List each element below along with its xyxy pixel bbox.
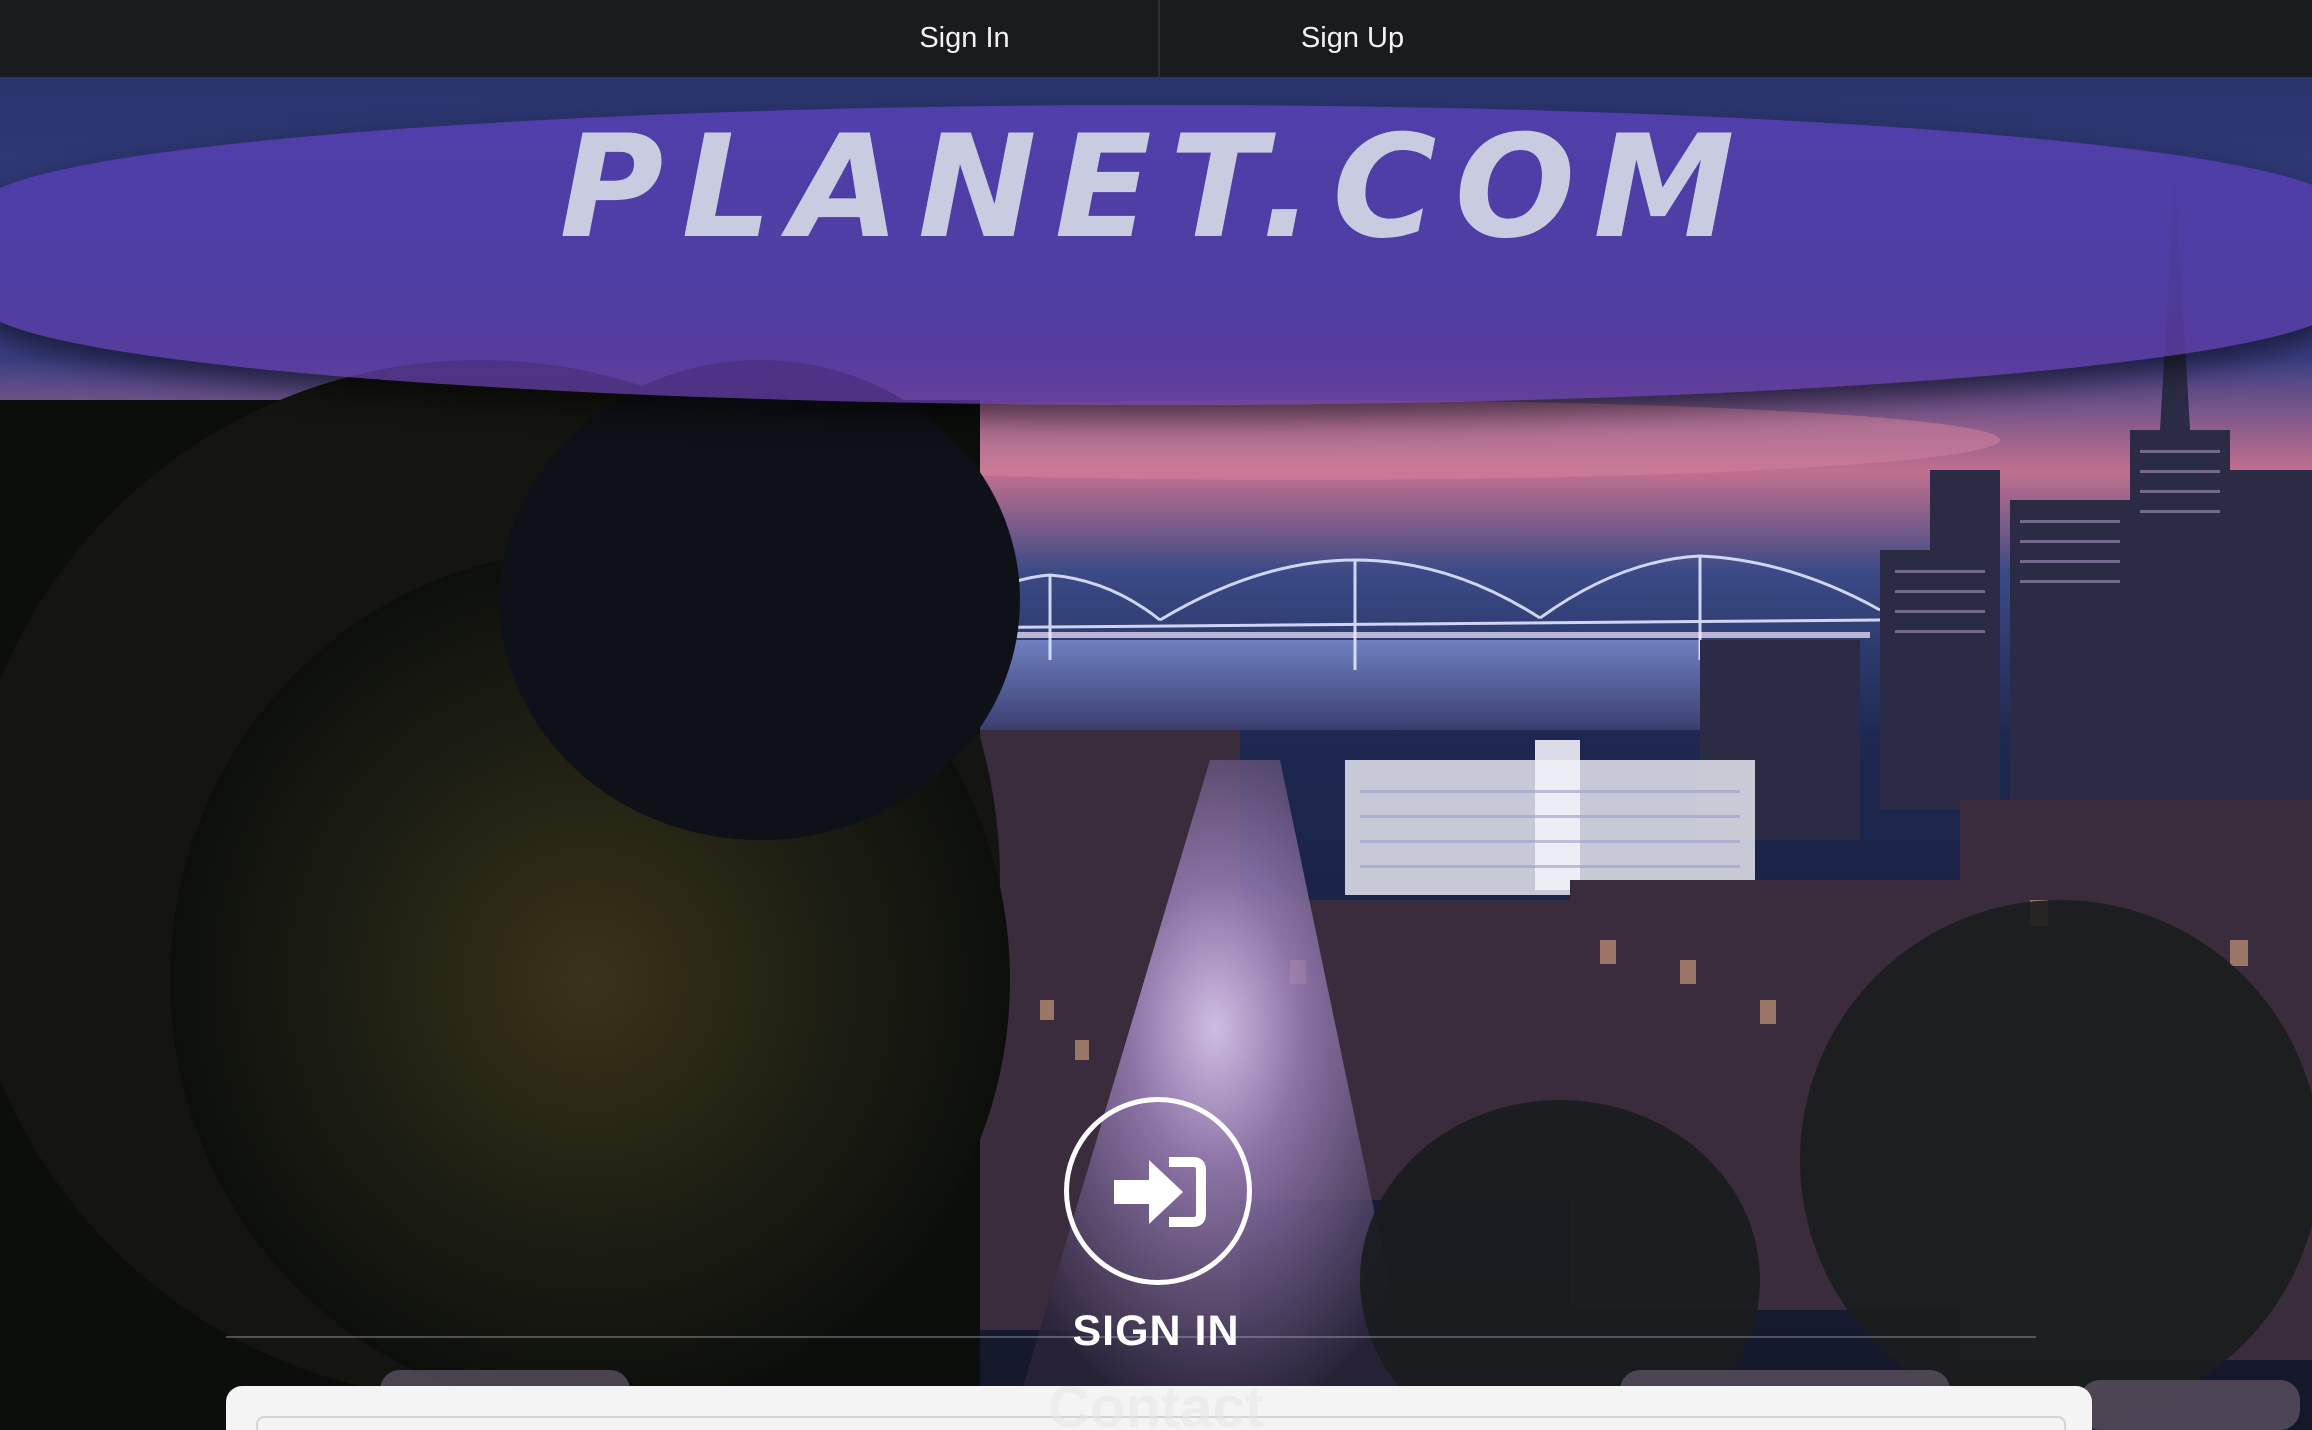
sign-in-arrow-icon [1114, 1157, 1206, 1227]
nav-sign-in-link[interactable]: Sign In [812, 0, 1117, 77]
site-title: PLANET.COM [559, 105, 1753, 270]
top-navigation: Sign In Sign Up [0, 0, 2312, 77]
page: Sign In Sign Up PLANET.COM SIGN IN Conta… [0, 0, 2312, 1430]
sign-in-icon-button[interactable] [1064, 1097, 1252, 1285]
nav-sign-up-link[interactable]: Sign Up [1160, 0, 1545, 77]
contact-heading: Contact [1048, 1375, 1264, 1430]
sign-in-label[interactable]: SIGN IN [0, 1307, 2312, 1356]
